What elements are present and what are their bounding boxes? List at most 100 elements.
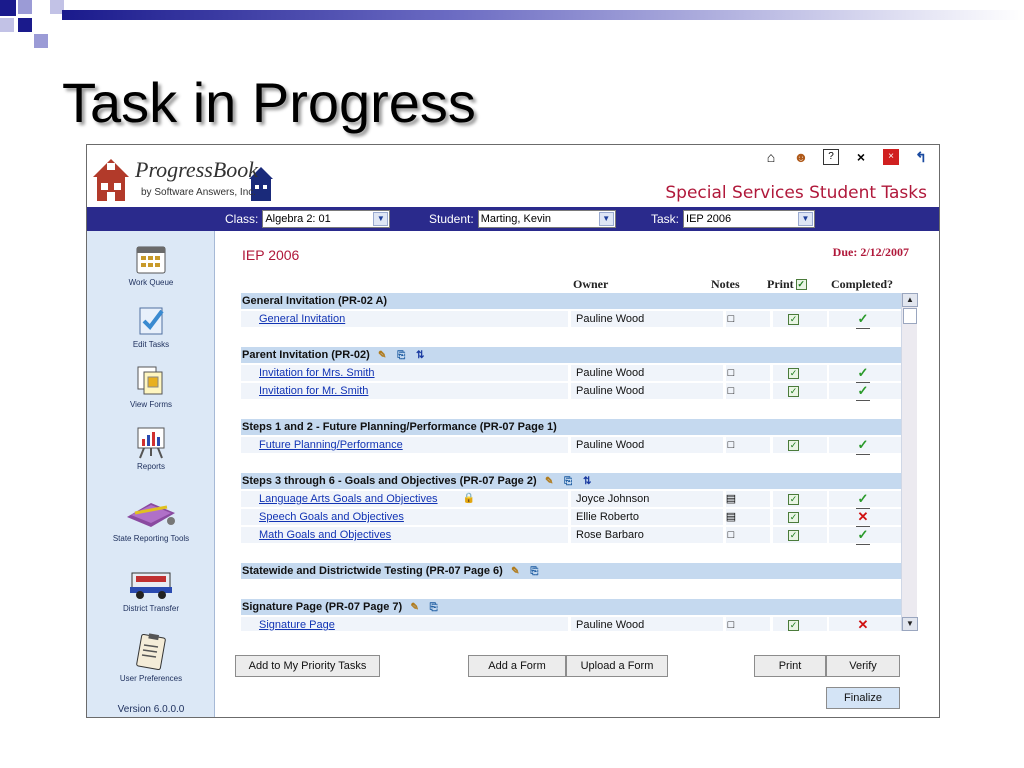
- grid-scrollbar[interactable]: ▲ ▼: [901, 293, 918, 631]
- close-red-icon[interactable]: ×: [883, 149, 899, 165]
- task-link[interactable]: Future Planning/Performance: [259, 436, 403, 454]
- chevron-down-icon[interactable]: ▼: [373, 212, 389, 226]
- print-checkbox[interactable]: ✓: [788, 494, 799, 505]
- task-grid: General Invitation (PR-02 A) General Invi…: [241, 293, 901, 631]
- task-filter: Task: IEP 2006 ▼: [651, 210, 816, 228]
- help-icon[interactable]: ?: [823, 149, 839, 165]
- scroll-up-icon[interactable]: ▲: [902, 293, 918, 307]
- section-header-row: Signature Page (PR-07 Page 7) ✎ ⎘: [241, 599, 901, 615]
- scroll-thumb[interactable]: [903, 308, 917, 324]
- verify-button[interactable]: Verify: [826, 655, 900, 677]
- edit-icon[interactable]: ✎: [509, 565, 522, 578]
- slide-deco-bar: [62, 10, 1024, 20]
- sidebar-item-view-forms[interactable]: View Forms: [87, 363, 215, 409]
- print-checkbox[interactable]: ✓: [788, 620, 799, 631]
- finalize-button[interactable]: Finalize: [826, 687, 900, 709]
- add-form-button[interactable]: Add a Form: [468, 655, 566, 677]
- sidebar-item-district-transfer[interactable]: District Transfer: [87, 567, 215, 613]
- main-panel: IEP 2006 Due: 2/12/2007 Owner Notes Prin…: [215, 231, 939, 717]
- note-empty-icon[interactable]: □: [725, 312, 737, 326]
- section-header-row: Statewide and Districtwide Testing (PR-0…: [241, 563, 901, 579]
- print-checkbox[interactable]: ✓: [788, 368, 799, 379]
- print-checkbox[interactable]: ✓: [788, 512, 799, 523]
- print-button[interactable]: Print: [754, 655, 826, 677]
- add-to-priority-tasks-button[interactable]: Add to My Priority Tasks: [235, 655, 380, 677]
- note-empty-icon[interactable]: □: [725, 384, 737, 398]
- close-x-icon[interactable]: ×: [853, 149, 869, 165]
- student-label: Student:: [429, 212, 474, 226]
- version-label: Version 6.0.0.0: [117, 704, 185, 715]
- student-select-value: Marting, Kevin: [480, 213, 552, 225]
- section-title: Signature Page (PR-07 Page 7): [242, 601, 403, 613]
- row-cell-bg: [773, 617, 827, 631]
- incomplete-x-icon[interactable]: ✕: [856, 616, 870, 631]
- note-empty-icon[interactable]: □: [725, 438, 737, 452]
- task-link[interactable]: Invitation for Mr. Smith: [259, 382, 368, 400]
- calendar-icon: [134, 241, 168, 275]
- help-person-icon[interactable]: ☻: [793, 149, 809, 165]
- task-select[interactable]: IEP 2006 ▼: [683, 210, 816, 228]
- task-link[interactable]: Math Goals and Objectives: [259, 526, 391, 544]
- sidebar-item-edit-tasks[interactable]: Edit Tasks: [87, 303, 215, 349]
- note-empty-icon[interactable]: □: [725, 528, 737, 542]
- sidebar-item-reports[interactable]: Reports: [87, 425, 215, 471]
- print-checkbox[interactable]: ✓: [788, 386, 799, 397]
- completed-check-icon[interactable]: ✓: [856, 436, 870, 455]
- class-select-value: Algebra 2: 01: [265, 213, 331, 225]
- task-link[interactable]: Speech Goals and Objectives: [259, 508, 404, 526]
- edit-icon[interactable]: ✎: [408, 601, 421, 614]
- slide-deco-square: [18, 18, 32, 32]
- task-link[interactable]: General Invitation: [259, 310, 345, 328]
- print-checkbox[interactable]: ✓: [788, 440, 799, 451]
- incomplete-x-icon[interactable]: ✕: [856, 508, 870, 527]
- logo-name: ProgressBook: [135, 157, 259, 182]
- sidebar-item-state-reporting-tools[interactable]: State Reporting Tools: [87, 495, 215, 543]
- print-checkbox[interactable]: ✓: [788, 314, 799, 325]
- section-header-row: Steps 1 and 2 - Future Planning/Performa…: [241, 419, 901, 435]
- note-empty-icon[interactable]: □: [725, 366, 737, 380]
- note-filled-icon[interactable]: ▤: [725, 492, 737, 506]
- section-header-row: Steps 3 through 6 - Goals and Objectives…: [241, 473, 901, 489]
- copy-icon[interactable]: ⎘: [528, 565, 541, 578]
- section-title: General Invitation (PR-02 A): [242, 295, 388, 307]
- back-arrow-icon[interactable]: ↰: [913, 149, 929, 165]
- task-owner: Ellie Roberto: [576, 511, 639, 523]
- copy-icon[interactable]: ⎘: [427, 601, 440, 614]
- task-link[interactable]: Language Arts Goals and Objectives: [259, 490, 438, 508]
- print-checkbox[interactable]: ✓: [788, 530, 799, 541]
- completed-check-icon[interactable]: ✓: [856, 490, 870, 509]
- sidebar-item-work-queue[interactable]: Work Queue: [87, 241, 215, 287]
- task-owner: Pauline Wood: [576, 313, 645, 325]
- progressbook-logo[interactable]: ProgressBook by Software Answers, Inc.: [91, 149, 301, 205]
- task-owner: Pauline Wood: [576, 385, 645, 397]
- task-link[interactable]: Invitation for Mrs. Smith: [259, 364, 375, 382]
- slide-deco-square: [0, 0, 16, 16]
- sidebar-item-label: District Transfer: [122, 604, 179, 613]
- sidebar-item-user-preferences[interactable]: User Preferences: [87, 631, 215, 683]
- copy-icon[interactable]: ⎘: [562, 475, 575, 488]
- task-link[interactable]: Signature Page: [259, 616, 335, 631]
- edit-icon[interactable]: ✎: [543, 475, 556, 488]
- note-empty-icon[interactable]: □: [725, 618, 737, 631]
- chevron-down-icon[interactable]: ▼: [598, 212, 614, 226]
- home-icon[interactable]: ⌂: [763, 149, 779, 165]
- scroll-down-icon[interactable]: ▼: [902, 617, 918, 631]
- chevron-down-icon[interactable]: ▼: [798, 212, 814, 226]
- task-label: Task:: [651, 212, 680, 226]
- lock-icon: 🔒: [462, 493, 476, 504]
- completed-check-icon[interactable]: ✓: [856, 310, 870, 329]
- copy-icon[interactable]: ⎘: [395, 349, 408, 362]
- sort-icon[interactable]: ⇅: [414, 349, 427, 362]
- edit-icon[interactable]: ✎: [376, 349, 389, 362]
- print-all-checkbox[interactable]: ✓: [795, 279, 807, 290]
- student-select[interactable]: Marting, Kevin ▼: [477, 210, 616, 228]
- completed-check-icon[interactable]: ✓: [856, 382, 870, 401]
- class-select[interactable]: Algebra 2: 01 ▼: [262, 210, 391, 228]
- completed-check-icon[interactable]: ✓: [856, 526, 870, 545]
- bus-icon: [126, 567, 176, 601]
- row-cell-bg: [773, 311, 827, 327]
- sort-icon[interactable]: ⇅: [581, 475, 594, 488]
- completed-check-icon[interactable]: ✓: [856, 364, 870, 383]
- upload-form-button[interactable]: Upload a Form: [566, 655, 668, 677]
- note-filled-icon[interactable]: ▤: [725, 510, 737, 524]
